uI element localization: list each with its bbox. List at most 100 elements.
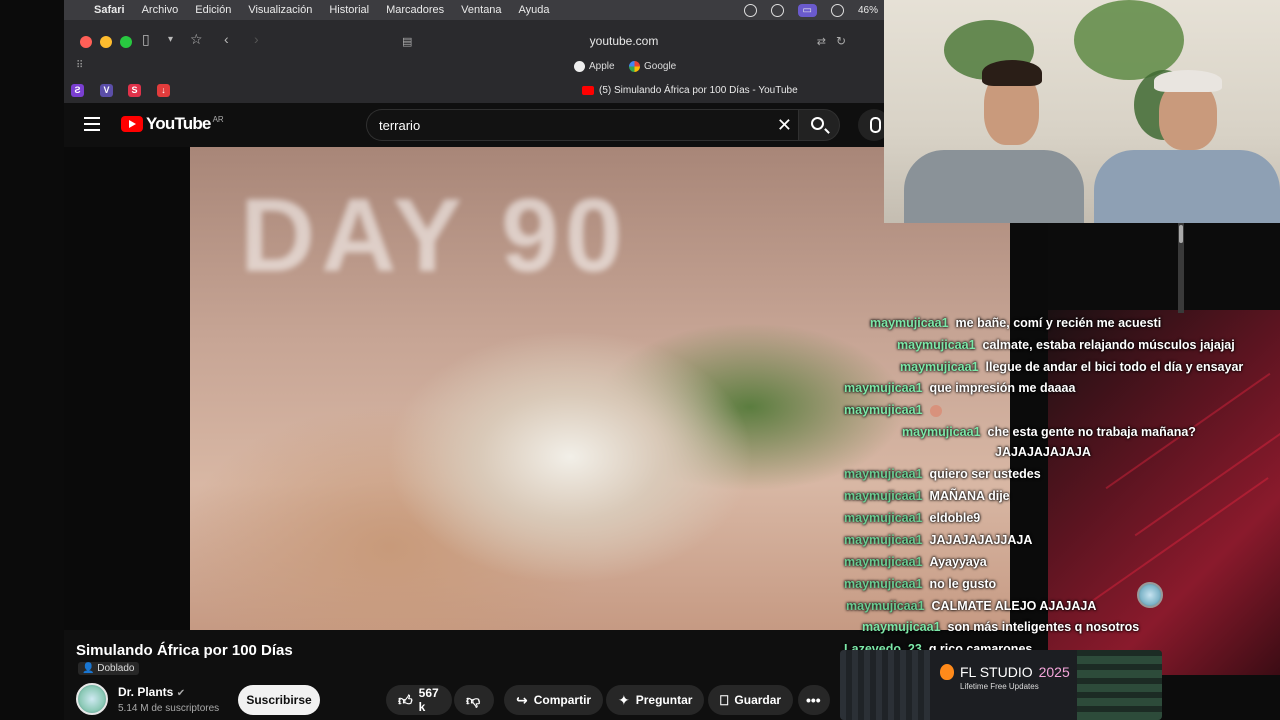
sponsor-tagline: Lifetime Free Updates: [960, 682, 1039, 691]
scrollbar[interactable]: [1178, 223, 1184, 313]
subscribe-button[interactable]: Suscribirse: [238, 685, 320, 715]
close-window-button[interactable]: [80, 36, 92, 48]
tab-active[interactable]: (5) Simulando África por 100 Días - YouT…: [582, 85, 798, 96]
extension-icon[interactable]: S: [128, 84, 141, 97]
daw-screenshot: [1077, 650, 1162, 720]
chat-message: maymujicaa1 no le gusto: [844, 577, 996, 591]
ask-button[interactable]: ✦ Preguntar: [606, 685, 705, 715]
dislike-button[interactable]: 👎︎: [454, 685, 494, 715]
chat-text: no le gusto: [929, 577, 997, 591]
video-player[interactable]: DAY 90: [64, 147, 1010, 630]
youtube-logo[interactable]: YouTube AR: [121, 114, 224, 134]
favorite-label: Google: [644, 61, 677, 72]
search-button[interactable]: [798, 109, 840, 141]
favorite-google[interactable]: Google: [629, 61, 676, 72]
save-button[interactable]: ⎕ Guardar: [708, 685, 794, 715]
menu-historial[interactable]: Historial: [329, 4, 369, 16]
chat-message: maymujicaa1 CALMATE ALEJO AJAJAJA: [846, 599, 1096, 613]
sidebar-icon[interactable]: ▯: [142, 31, 150, 48]
chat-username: maymujicaa1: [844, 533, 923, 547]
download-icon[interactable]: ↓: [157, 84, 170, 97]
star-icon[interactable]: ☆: [190, 31, 203, 48]
translate-icon[interactable]: ⇄: [817, 35, 826, 48]
extension-icon[interactable]: Ƨ: [71, 84, 84, 97]
favorite-apple[interactable]: Apple: [574, 61, 615, 72]
chat-username: maymujicaa1: [897, 338, 976, 352]
chat-text: JAJAJAJAJJAJA: [929, 533, 1033, 547]
back-icon[interactable]: ‹: [224, 31, 229, 47]
chat-text: che esta gente no trabaja mañana?: [987, 425, 1196, 439]
play-icon[interactable]: [830, 3, 844, 17]
menu-bar: Safari Archivo Edición Visualización His…: [64, 0, 884, 20]
safari-toolbar: ▯ ▾ ☆ ‹ › ▤ youtube.com ⇄ ↻ ⠿ Apple Goog…: [64, 20, 884, 103]
ask-label: Preguntar: [635, 693, 693, 707]
chat-username: maymujicaa1: [844, 511, 923, 525]
chevron-down-icon[interactable]: ▾: [168, 34, 173, 45]
video-overlay-text: DAY 90: [240, 178, 629, 294]
chat-message: maymujicaa1 JAJAJAJAJJAJA: [844, 533, 1032, 547]
extension-icon[interactable]: V: [100, 84, 113, 97]
forward-icon[interactable]: ›: [254, 31, 259, 47]
more-actions-button[interactable]: •••: [798, 685, 830, 715]
screen: Safari Archivo Edición Visualización His…: [0, 0, 1280, 720]
chat-message: maymujicaa1 que impresión me daaaa: [844, 381, 1075, 395]
status-icon[interactable]: [770, 3, 784, 17]
apple-favicon-icon: [574, 61, 585, 72]
battery-percent[interactable]: 46%: [858, 5, 878, 16]
menu-marcadores[interactable]: Marcadores: [386, 4, 444, 16]
menu-visualizacion[interactable]: Visualización: [248, 4, 312, 16]
video-info: Simulando África por 100 Días 👤 Doblado …: [64, 630, 884, 720]
chat-text: me bañe, comí y recién me acuesti: [955, 316, 1162, 330]
sparkle-icon: ✦: [618, 691, 630, 708]
channel-avatar[interactable]: [76, 683, 108, 715]
reload-icon[interactable]: ↻: [836, 34, 846, 48]
search-input[interactable]: [367, 110, 747, 140]
thumbs-down-icon: 👎︎: [466, 691, 481, 708]
share-icon: ↪: [516, 691, 528, 708]
daw-screenshot: [840, 650, 930, 720]
fl-fruit-icon: [940, 664, 954, 680]
chat-text: eldoble9: [929, 511, 981, 525]
share-button[interactable]: ↪ Compartir: [504, 685, 604, 715]
favorites-bar: ⠿ Apple Google: [64, 58, 884, 76]
chat-username: maymujicaa1: [902, 425, 981, 439]
menu-safari[interactable]: Safari: [94, 4, 125, 16]
screen-mirroring-icon[interactable]: ▭: [797, 3, 817, 17]
menu-edicion[interactable]: Edición: [195, 4, 231, 16]
youtube-header: YouTube AR ✕: [64, 103, 890, 147]
status-icon[interactable]: [743, 3, 757, 17]
channel-name[interactable]: Dr. Plants ✔: [118, 685, 185, 699]
zoom-window-button[interactable]: [120, 36, 132, 48]
menu-icon[interactable]: [84, 117, 100, 131]
chat-text: son más inteligentes q nosotros: [947, 620, 1140, 634]
chat-message: JAJAJAJAJAJA: [995, 445, 1091, 459]
subscriber-count: 5.14 M de suscriptores: [118, 703, 220, 714]
menu-archivo[interactable]: Archivo: [142, 4, 179, 16]
google-favicon-icon: [629, 61, 640, 72]
chat-username: maymujicaa1: [870, 316, 949, 330]
clear-search-icon[interactable]: ✕: [777, 115, 792, 136]
minimize-window-button[interactable]: [100, 36, 112, 48]
shirt: [904, 150, 1084, 223]
chat-message: maymujicaa1 llegue de andar el bici todo …: [900, 360, 1243, 374]
sponsor-name: FL STUDIO: [960, 664, 1033, 680]
menu-ayuda[interactable]: Ayuda: [519, 4, 550, 16]
webcam-feed: [884, 0, 1280, 223]
emoji-icon: [929, 404, 942, 417]
grid-icon[interactable]: ⠿: [76, 60, 83, 71]
chat-username: maymujicaa1: [844, 381, 923, 395]
chat-username: maymujicaa1: [844, 489, 923, 503]
address-bar[interactable]: ▤ youtube.com ⇄ ↻: [394, 30, 854, 52]
chat-text: quiero ser ustedes: [929, 467, 1041, 481]
channel-name-text: Dr. Plants: [118, 685, 174, 699]
chat-username: maymujicaa1: [900, 360, 979, 374]
like-button[interactable]: 👍︎ 567 k: [386, 685, 452, 715]
menu-ventana[interactable]: Ventana: [461, 4, 501, 16]
plant: [1074, 0, 1184, 80]
verified-icon: ✔: [176, 688, 186, 699]
dub-label: Doblado: [97, 663, 135, 674]
youtube-play-icon: [121, 116, 143, 132]
chat-message: maymujicaa1 MAÑANA dije: [844, 489, 1010, 503]
chat-username: maymujicaa1: [844, 577, 923, 591]
reader-icon[interactable]: ▤: [402, 35, 412, 48]
